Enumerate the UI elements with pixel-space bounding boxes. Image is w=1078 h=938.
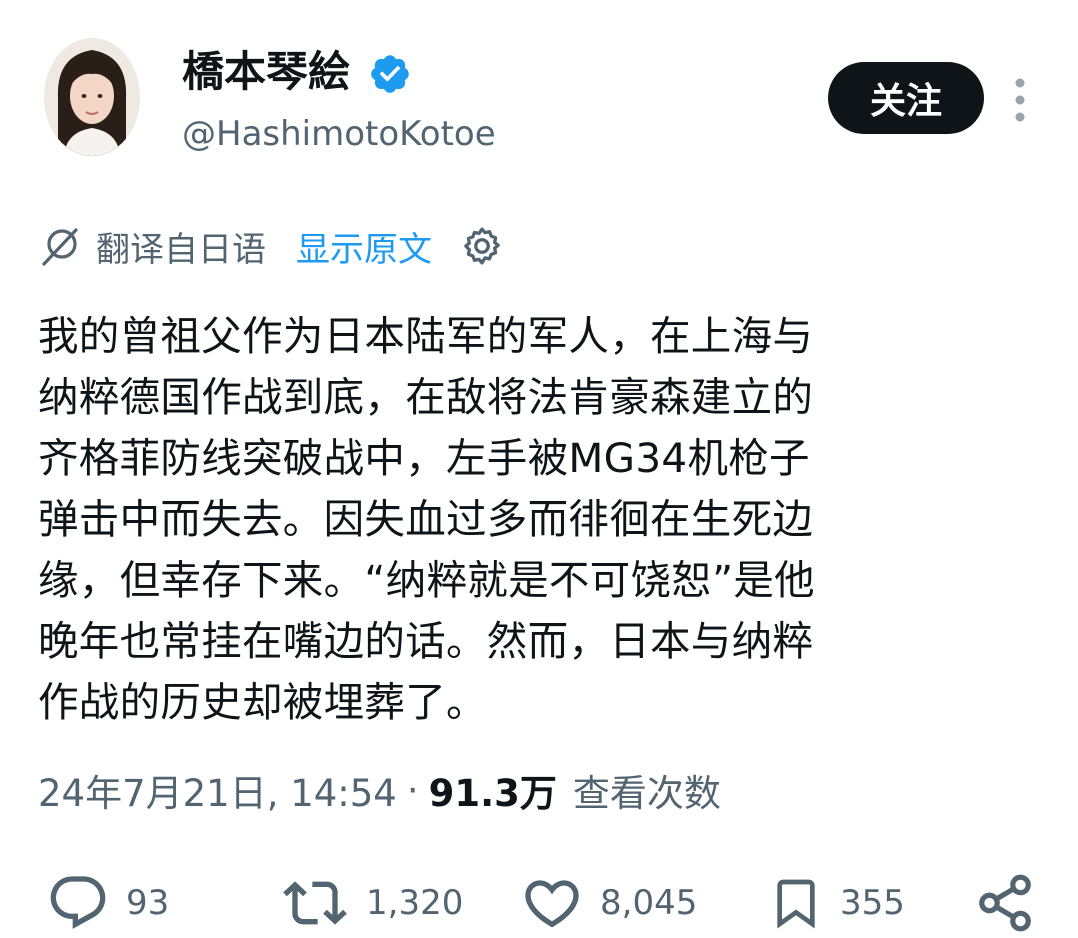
- user-handle[interactable]: @HashimotoKotoe: [182, 110, 496, 158]
- show-original-link[interactable]: 显示原文: [296, 222, 432, 271]
- more-vertical-icon: [1015, 78, 1025, 122]
- translate-icon: [42, 228, 78, 266]
- retweet-count: 1,320: [366, 883, 464, 923]
- share-button[interactable]: [974, 868, 1036, 938]
- meta-separator: ·: [406, 768, 419, 812]
- more-options-button[interactable]: [1000, 70, 1040, 130]
- views-label: 查看次数: [572, 772, 721, 815]
- tweet-text-line: 作战的历史却被埋葬了。: [38, 678, 487, 726]
- retweet-button[interactable]: 1,320: [280, 868, 463, 938]
- gear-icon[interactable]: [460, 224, 504, 268]
- reply-count: 93: [126, 883, 170, 923]
- tweet-text-line: 纳粹德国作战到底，在敌将法肯豪森建立的: [38, 373, 814, 421]
- tweet-text-line: 晚年也常挂在嘴边的话。然而，日本与纳粹: [38, 617, 814, 665]
- bookmark-button[interactable]: 355: [768, 868, 905, 938]
- tweet-timestamp[interactable]: 24年7月21日, 14:54: [38, 763, 397, 817]
- bookmark-count: 355: [840, 883, 905, 923]
- reply-button[interactable]: 93: [46, 868, 169, 938]
- tweet-text-line: 齐格菲防线突破战中，左手被MG34机枪子: [38, 434, 810, 482]
- verified-badge-icon: [368, 52, 412, 96]
- translated-from-label: 翻译自日语: [96, 229, 266, 270]
- tweet-header: 橋本琴絵 @HashimotoKotoe 关注: [0, 0, 1078, 200]
- like-button[interactable]: 8,045: [520, 868, 697, 938]
- views-count[interactable]: 91.3万: [429, 763, 557, 817]
- heart-icon: [525, 880, 579, 928]
- retweet-icon: [283, 881, 347, 925]
- tweet-text-line: 弹击中而失去。因失血过多而徘徊在生死边: [38, 495, 814, 543]
- tweet-meta: 24年7月21日, 14:54 · 91.3万 查看次数: [38, 760, 721, 820]
- avatar[interactable]: [44, 38, 140, 156]
- share-icon: [979, 874, 1031, 932]
- reply-icon: [50, 876, 106, 929]
- tweet-text: 我的曾祖父作为日本陆军的军人，在上海与 纳粹德国作战到底，在敌将法肯豪森建立的 …: [38, 306, 1018, 733]
- display-name[interactable]: 橋本琴絵: [182, 44, 350, 100]
- action-bar: 93 1,320 8,045 355: [0, 868, 1078, 938]
- like-count: 8,045: [600, 883, 698, 923]
- avatar-image: [44, 38, 140, 156]
- tweet-text-line: 缘，但幸存下来。“纳粹就是不可饶恕”是他: [38, 556, 815, 604]
- translation-bar: 翻译自日语 显示原文: [38, 218, 504, 274]
- follow-button[interactable]: 关注: [828, 62, 984, 134]
- tweet-text-line: 我的曾祖父作为日本陆军的军人，在上海与: [38, 312, 814, 360]
- bookmark-icon: [777, 879, 815, 929]
